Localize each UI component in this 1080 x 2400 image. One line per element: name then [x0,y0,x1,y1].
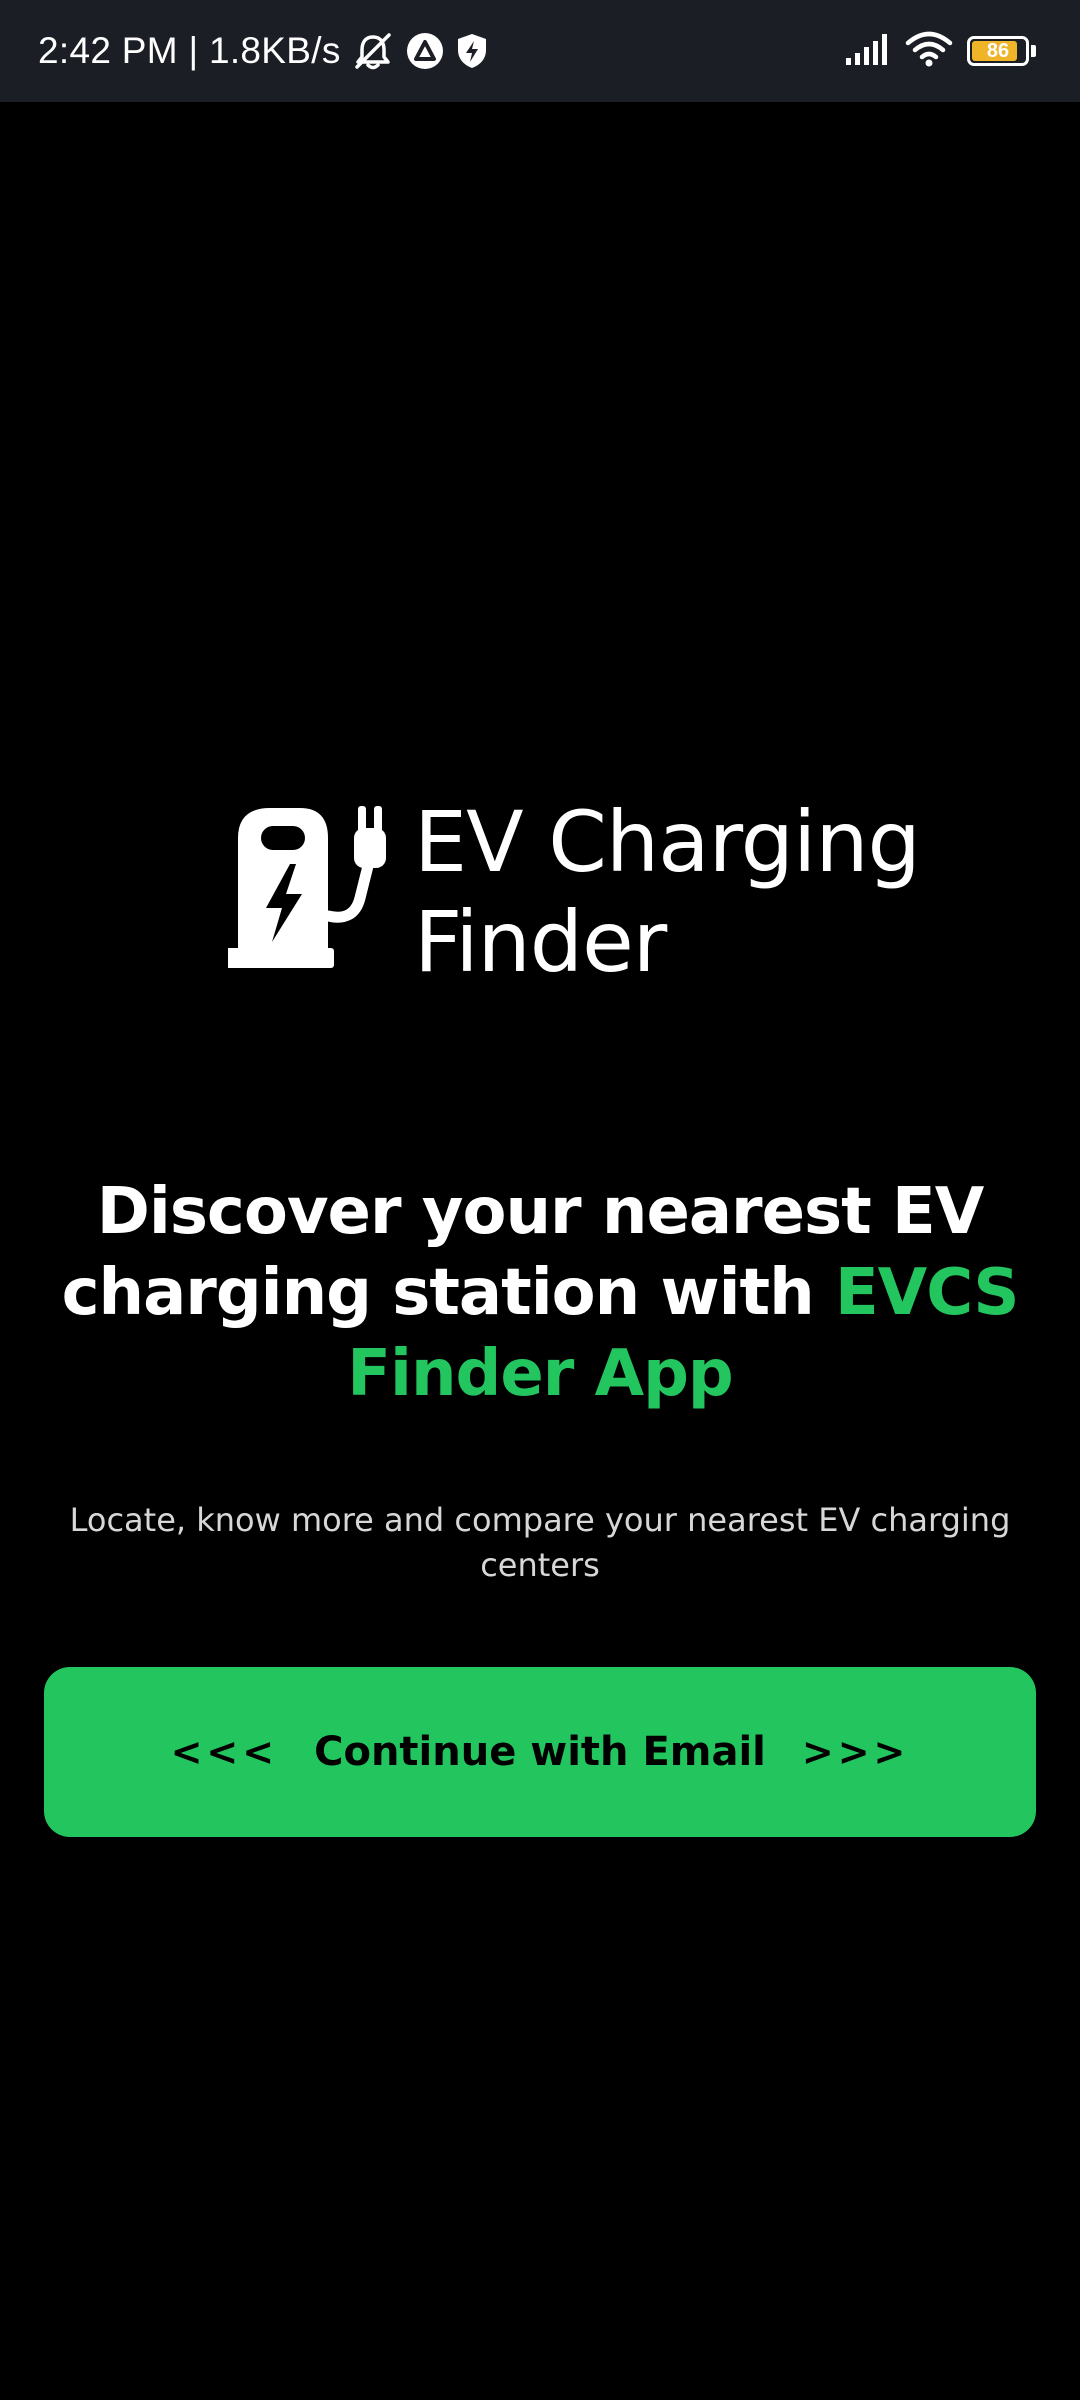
continue-with-email-button[interactable]: <<< Continue with Email >>> [44,1667,1036,1837]
status-bar: 2:42 PM | 1.8KB/s 86 [0,0,1080,102]
headline: Discover your nearest EV charging statio… [60,1172,1020,1415]
shield-bolt-icon [455,31,489,71]
logo-text: EV Charging Finder [414,792,921,992]
app-logo: EV Charging Finder [228,792,921,992]
logo-line-2: Finder [414,893,667,991]
wifi-icon [905,31,953,72]
battery-level: 86 [986,39,1010,62]
battery-tip [1031,45,1036,57]
app-notification-icon [405,31,445,71]
right-chevrons: >>> [801,1730,910,1774]
signal-icon [845,32,891,71]
status-left: 2:42 PM | 1.8KB/s [38,0,489,102]
battery-icon: 86 [967,36,1029,66]
subtitle: Locate, know more and compare your neare… [69,1501,1011,1584]
bell-muted-icon [351,31,395,71]
status-time-speed: 2:42 PM | 1.8KB/s [38,30,341,71]
continue-with-email-label: Continue with Email [314,1729,766,1775]
ev-charger-icon [228,806,386,968]
logo-line-1: EV Charging [414,793,921,891]
status-right: 86 [845,0,1036,102]
left-chevrons: <<< [170,1730,279,1774]
